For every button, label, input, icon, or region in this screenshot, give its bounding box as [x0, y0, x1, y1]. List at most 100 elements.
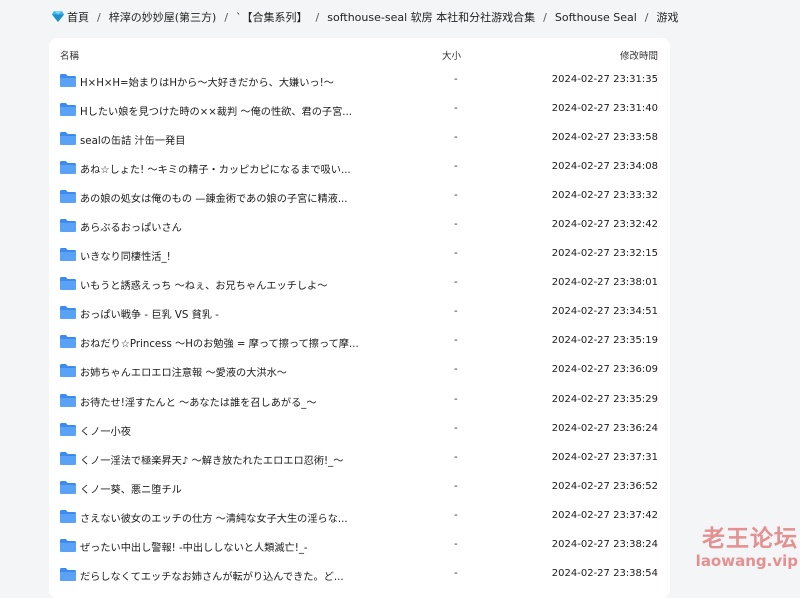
- breadcrumb-item[interactable]: softhouse-seal 软房 本社和分社游戏合集: [327, 9, 535, 25]
- breadcrumb: 首頁 / 梓滓の妙妙屋(第三方) / `【合集系列】 / softhouse-s…: [52, 8, 679, 26]
- folder-modified-time: 2024-02-27 23:35:29: [551, 393, 658, 405]
- folder-icon: [60, 480, 76, 494]
- folder-size: -: [454, 306, 458, 318]
- folder-row[interactable]: いきなり同棲性活_! - 2024-02-27 23:32:15: [49, 241, 670, 270]
- folder-icon: [60, 393, 76, 407]
- breadcrumb-item[interactable]: Softhouse Seal: [555, 11, 637, 24]
- folder-name[interactable]: いもうと誘惑えっち ～ねぇ、お兄ちゃんエッチしよ～: [80, 277, 370, 292]
- folder-size: -: [454, 480, 458, 492]
- folder-size: -: [454, 190, 458, 202]
- folder-size: -: [454, 393, 458, 405]
- breadcrumb-separator: /: [644, 10, 649, 24]
- watermark: 老王论坛 laowang.vip: [676, 526, 798, 570]
- folder-row[interactable]: あね☆しょた! ～キミの精子・カッピカピになるまで吸い... - 2024-02-2…: [49, 154, 670, 183]
- folder-modified-time: 2024-02-27 23:33:32: [551, 190, 658, 202]
- folder-name[interactable]: いきなり同棲性活_!: [80, 248, 370, 263]
- folder-modified-time: 2024-02-27 23:34:08: [551, 161, 658, 173]
- folder-icon: [60, 422, 76, 436]
- watermark-text: 老王论坛: [702, 526, 798, 552]
- folder-name[interactable]: あね☆しょた! ～キミの精子・カッピカピになるまで吸い...: [80, 161, 370, 176]
- folder-name[interactable]: くノ一小夜: [80, 423, 370, 438]
- folder-row[interactable]: H×H×H=始まりはHから～大好きだから、大嫌いっ!～ - 2024-02-27 2…: [49, 67, 670, 96]
- folder-modified-time: 2024-02-27 23:31:40: [551, 103, 658, 115]
- watermark-url: laowang.vip: [695, 552, 798, 570]
- folder-name[interactable]: お姉ちゃんエロエロ注意報 ～愛液の大洪水～: [80, 364, 370, 379]
- folder-row[interactable]: Hしたい娘を見つけた時の××裁判 ～俺の性欲、君の子宮... - 2024-02-2…: [49, 96, 670, 125]
- folder-modified-time: 2024-02-27 23:37:31: [551, 451, 658, 463]
- folder-name[interactable]: さえない彼女のエッチの仕方 ～清純な女子大生の淫らな...: [80, 510, 370, 525]
- folder-size: -: [454, 74, 458, 85]
- breadcrumb-separator: /: [224, 10, 229, 24]
- column-header-size[interactable]: 大小: [442, 48, 461, 62]
- folder-icon: [60, 538, 76, 552]
- folder-size: -: [454, 538, 458, 550]
- folder-name[interactable]: Hしたい娘を見つけた時の××裁判 ～俺の性欲、君の子宮...: [80, 103, 370, 118]
- folder-row[interactable]: ぜったい中出し警報! -中出ししないと人類滅亡!_- - 2024-02-27 23…: [49, 532, 670, 561]
- folder-row[interactable]: さえない彼女のエッチの仕方 ～清純な女子大生の淫らな... - 2024-02-27…: [49, 503, 670, 532]
- folder-name[interactable]: だらしなくてエッチなお姉さんが転がり込んできた。ど...: [80, 568, 370, 583]
- folder-row[interactable]: くノ一淫法で極楽昇天♪ ～解き放たれたエロエロ忍術!_～ - 2024-02-27 …: [49, 445, 670, 474]
- folder-row[interactable]: お姉ちゃんエロエロ注意報 ～愛液の大洪水～ - 2024-02-27 23:36:0…: [49, 357, 670, 386]
- folder-modified-time: 2024-02-27 23:38:01: [551, 277, 658, 289]
- folder-name[interactable]: H×H×H=始まりはHから～大好きだから、大嫌いっ!～: [80, 74, 370, 89]
- folder-size: -: [454, 335, 458, 347]
- folder-icon: [60, 74, 76, 87]
- folder-row[interactable]: くノ一葵、悪ニ堕チル - 2024-02-27 23:36:52: [49, 474, 670, 503]
- folder-modified-time: 2024-02-27 23:36:52: [551, 480, 658, 492]
- folder-modified-time: 2024-02-27 23:33:58: [551, 132, 658, 144]
- folder-icon: [60, 219, 76, 233]
- folder-size: -: [454, 567, 458, 579]
- folder-size: -: [454, 451, 458, 463]
- folder-icon: [60, 132, 76, 146]
- breadcrumb-home[interactable]: 首頁: [52, 9, 89, 25]
- breadcrumb-item[interactable]: `【合集系列】: [236, 9, 308, 25]
- folder-size: -: [454, 248, 458, 260]
- folder-name[interactable]: お待たせ!淫すたんと ～あなたは誰を召しあがる_～: [80, 394, 370, 409]
- folder-row[interactable]: お待たせ!淫すたんと ～あなたは誰を召しあがる_～ - 2024-02-27 23:…: [49, 387, 670, 416]
- breadcrumb-separator: /: [97, 10, 101, 24]
- folder-name[interactable]: ぜったい中出し警報! -中出ししないと人類滅亡!_-: [80, 539, 370, 554]
- folder-size: -: [454, 277, 458, 289]
- folder-icon: [60, 190, 76, 204]
- folder-size: -: [454, 219, 458, 231]
- folder-icon: [60, 103, 76, 117]
- folder-modified-time: 2024-02-27 23:34:51: [551, 306, 658, 318]
- breadcrumb-home-label: 首頁: [67, 11, 89, 24]
- folder-modified-time: 2024-02-27 23:36:24: [551, 422, 658, 434]
- folder-row[interactable]: おねだり☆Princess ～Hのお勉強 = 摩って擦って擦って摩... - 202…: [49, 328, 670, 357]
- gem-icon: [52, 11, 64, 22]
- folder-row[interactable]: あの娘の処女は俺のもの —錬金術であの娘の子宮に精液... - 2024-02-27…: [49, 183, 670, 212]
- folder-name[interactable]: くノ一葵、悪ニ堕チル: [80, 481, 370, 496]
- folder-name[interactable]: sealの缶詰 汁缶一発目: [80, 132, 370, 147]
- folder-icon: [60, 451, 76, 465]
- folder-row[interactable]: おっぱい戦争 - 巨乳 VS 貧乳 - - 2024-02-27 23:34:51: [49, 299, 670, 328]
- folder-size: -: [454, 132, 458, 144]
- folder-name[interactable]: くノ一淫法で極楽昇天♪ ～解き放たれたエロエロ忍術!_～: [80, 452, 370, 467]
- folder-name[interactable]: おねだり☆Princess ～Hのお勉強 = 摩って擦って擦って摩...: [80, 335, 370, 350]
- folder-row[interactable]: あらぶるおっぱいさん - 2024-02-27 23:32:42: [49, 212, 670, 241]
- folder-modified-time: 2024-02-27 23:32:15: [551, 248, 658, 260]
- file-list-panel: 名稱 大小 修改時間 H×H×H=始まりはHから～大好きだから、大嫌いっ!～ - 2…: [49, 38, 670, 598]
- folder-icon: [60, 161, 76, 175]
- breadcrumb-current: 游戏: [656, 11, 679, 24]
- breadcrumb-item[interactable]: 梓滓の妙妙屋(第三方): [109, 9, 217, 25]
- folder-name[interactable]: おっぱい戦争 - 巨乳 VS 貧乳 -: [80, 306, 370, 321]
- folder-row[interactable]: だらしなくてエッチなお姉さんが転がり込んできた。ど... - 2024-02-27 …: [49, 561, 670, 590]
- file-list: H×H×H=始まりはHから～大好きだから、大嫌いっ!～ - 2024-02-27 2…: [49, 67, 670, 590]
- folder-icon: [60, 509, 76, 523]
- column-header-modified[interactable]: 修改時間: [620, 48, 658, 62]
- folder-icon: [60, 248, 76, 262]
- folder-row[interactable]: くノ一小夜 - 2024-02-27 23:36:24: [49, 416, 670, 445]
- folder-row[interactable]: sealの缶詰 汁缶一発目 - 2024-02-27 23:33:58: [49, 125, 670, 154]
- folder-modified-time: 2024-02-27 23:32:42: [551, 219, 658, 231]
- folder-icon: [60, 306, 76, 320]
- folder-modified-time: 2024-02-27 23:35:19: [551, 335, 658, 347]
- folder-name[interactable]: あの娘の処女は俺のもの —錬金術であの娘の子宮に精液...: [80, 190, 370, 205]
- column-header-name[interactable]: 名稱: [60, 48, 79, 62]
- folder-modified-time: 2024-02-27 23:36:09: [551, 364, 658, 376]
- folder-name[interactable]: あらぶるおっぱいさん: [80, 219, 370, 234]
- folder-size: -: [454, 364, 458, 376]
- folder-row[interactable]: いもうと誘惑えっち ～ねぇ、お兄ちゃんエッチしよ～ - 2024-02-27 23:…: [49, 270, 670, 299]
- folder-icon: [60, 277, 76, 291]
- folder-size: -: [454, 103, 458, 115]
